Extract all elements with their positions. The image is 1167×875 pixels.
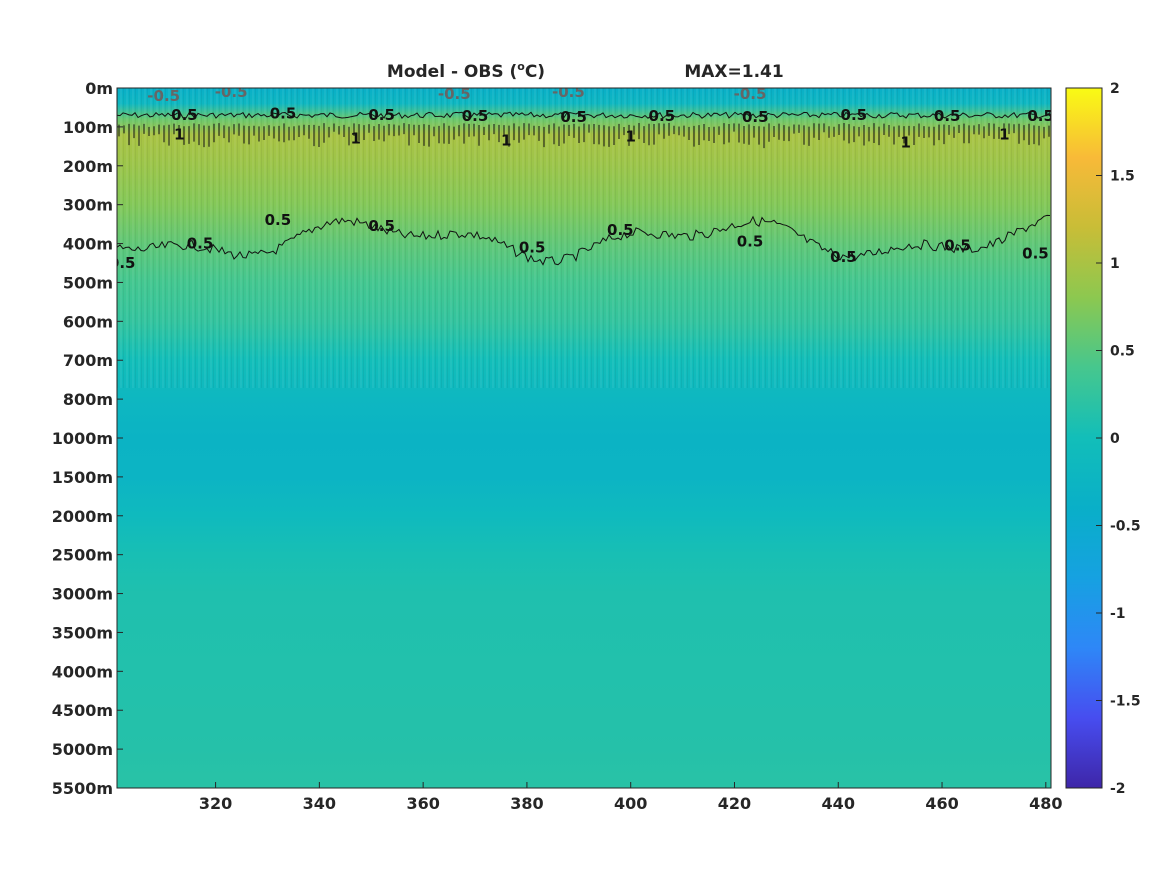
contour-label: 0.5 [830, 248, 857, 266]
y-tick-label: 0m [85, 79, 113, 98]
contour-label: 0.5 [109, 254, 136, 272]
contour-label: 0.5 [944, 237, 971, 255]
colorbar-tick-label: -1 [1110, 606, 1126, 622]
contour-label: 0.5 [649, 107, 676, 125]
contour-label: -0.5 [215, 83, 248, 101]
contour-label: 1 [501, 132, 511, 150]
y-tick-label: 4500m [52, 701, 113, 720]
colorbar-tick-label: 1 [1110, 256, 1120, 272]
y-tick-label: 400m [63, 235, 113, 254]
y-tick-label: 5500m [52, 779, 113, 798]
contour-label: 0.5 [270, 104, 297, 122]
contour-label: 1 [999, 126, 1009, 144]
colorbar-ticks: 2 1.5 1 0.5 0 -0.5 -1 -1.5 -2 [1096, 81, 1141, 797]
contour-label: -0.5 [147, 87, 180, 105]
colorbar-tick-label: -2 [1110, 781, 1126, 797]
y-tick-label: 4000m [52, 662, 113, 681]
x-tick-label: 440 [822, 794, 855, 813]
y-axis: 0m 100m 200m 300m 400m 500m 600m 700m 800m 1000m 1… [52, 79, 123, 798]
contour-label: 1 [625, 128, 635, 146]
chart-title: Model - OBS (oC) [387, 60, 545, 82]
colorbar-tick-label: 0 [1110, 431, 1120, 447]
contour-label: 0.5 [1027, 107, 1054, 125]
contour-label: 0.5 [519, 238, 546, 256]
y-tick-label: 3500m [52, 623, 113, 642]
x-tick-label: 320 [199, 794, 232, 813]
colorbar: 2 1.5 1 0.5 0 -0.5 -1 -1.5 -2 [1065, 81, 1141, 797]
colorbar-tick-label: -0.5 [1110, 519, 1141, 535]
y-tick-label: 2000m [52, 507, 113, 526]
contour-label: 0.5 [171, 106, 198, 124]
y-tick-label: 1000m [52, 429, 113, 448]
y-tick-label: 200m [63, 157, 113, 176]
colorbar-tick-label: -1.5 [1110, 694, 1141, 710]
contour-label: 0.5 [265, 211, 292, 229]
x-tick-label: 480 [1029, 794, 1062, 813]
contour-label: 0.5 [934, 107, 961, 125]
plot-area: -0.5 -0.5 -0.5 -0.5 -0.50.5 0.5 0.5 0.5 0.5 0.5 0.… [109, 83, 1054, 789]
contour-label: 1 [174, 126, 184, 144]
colorbar-tick-label: 1.5 [1110, 169, 1135, 185]
contour-label: -0.5 [552, 83, 585, 101]
x-tick-label: 460 [925, 794, 958, 813]
x-tick-label: 380 [510, 794, 543, 813]
y-tick-label: 600m [63, 312, 113, 331]
y-tick-label: 1500m [52, 468, 113, 487]
y-tick-label: 300m [63, 196, 113, 215]
colorbar-tick-label: 0.5 [1110, 344, 1135, 360]
max-label: MAX=1.41 [684, 62, 783, 82]
contour-label: 0.5 [368, 106, 395, 124]
x-tick-label: 420 [718, 794, 751, 813]
contour-label: 1 [350, 130, 360, 148]
contour-label: 1 [900, 133, 910, 151]
y-tick-label: 800m [63, 390, 113, 409]
y-tick-label: 2500m [52, 546, 113, 565]
contour-label: 0.5 [737, 233, 764, 251]
contour-label: 0.5 [841, 106, 868, 124]
contour-label: 0.5 [462, 107, 489, 125]
colorbar-tick-label: 2 [1110, 81, 1120, 97]
y-tick-label: 500m [63, 273, 113, 292]
x-tick-label: 400 [614, 794, 647, 813]
y-tick-label: 5000m [52, 740, 113, 759]
contour-label: 0.5 [607, 221, 634, 239]
contour-label: 0.5 [742, 108, 769, 126]
contour-label: 0.5 [560, 108, 587, 126]
y-tick-label: 700m [63, 351, 113, 370]
contour-label: 0.5 [187, 235, 214, 253]
y-tick-label: 100m [63, 118, 113, 137]
heatmap-figure: Model - OBS (oC) MAX=1.41 -0.5 -0.5 -0.5 -0… [52, 60, 1141, 813]
contour-label: 0.5 [368, 217, 395, 235]
contour-label: 0.5 [1022, 244, 1049, 262]
x-tick-label: 340 [303, 794, 336, 813]
y-tick-label: 3000m [52, 585, 113, 604]
x-tick-label: 360 [406, 794, 439, 813]
